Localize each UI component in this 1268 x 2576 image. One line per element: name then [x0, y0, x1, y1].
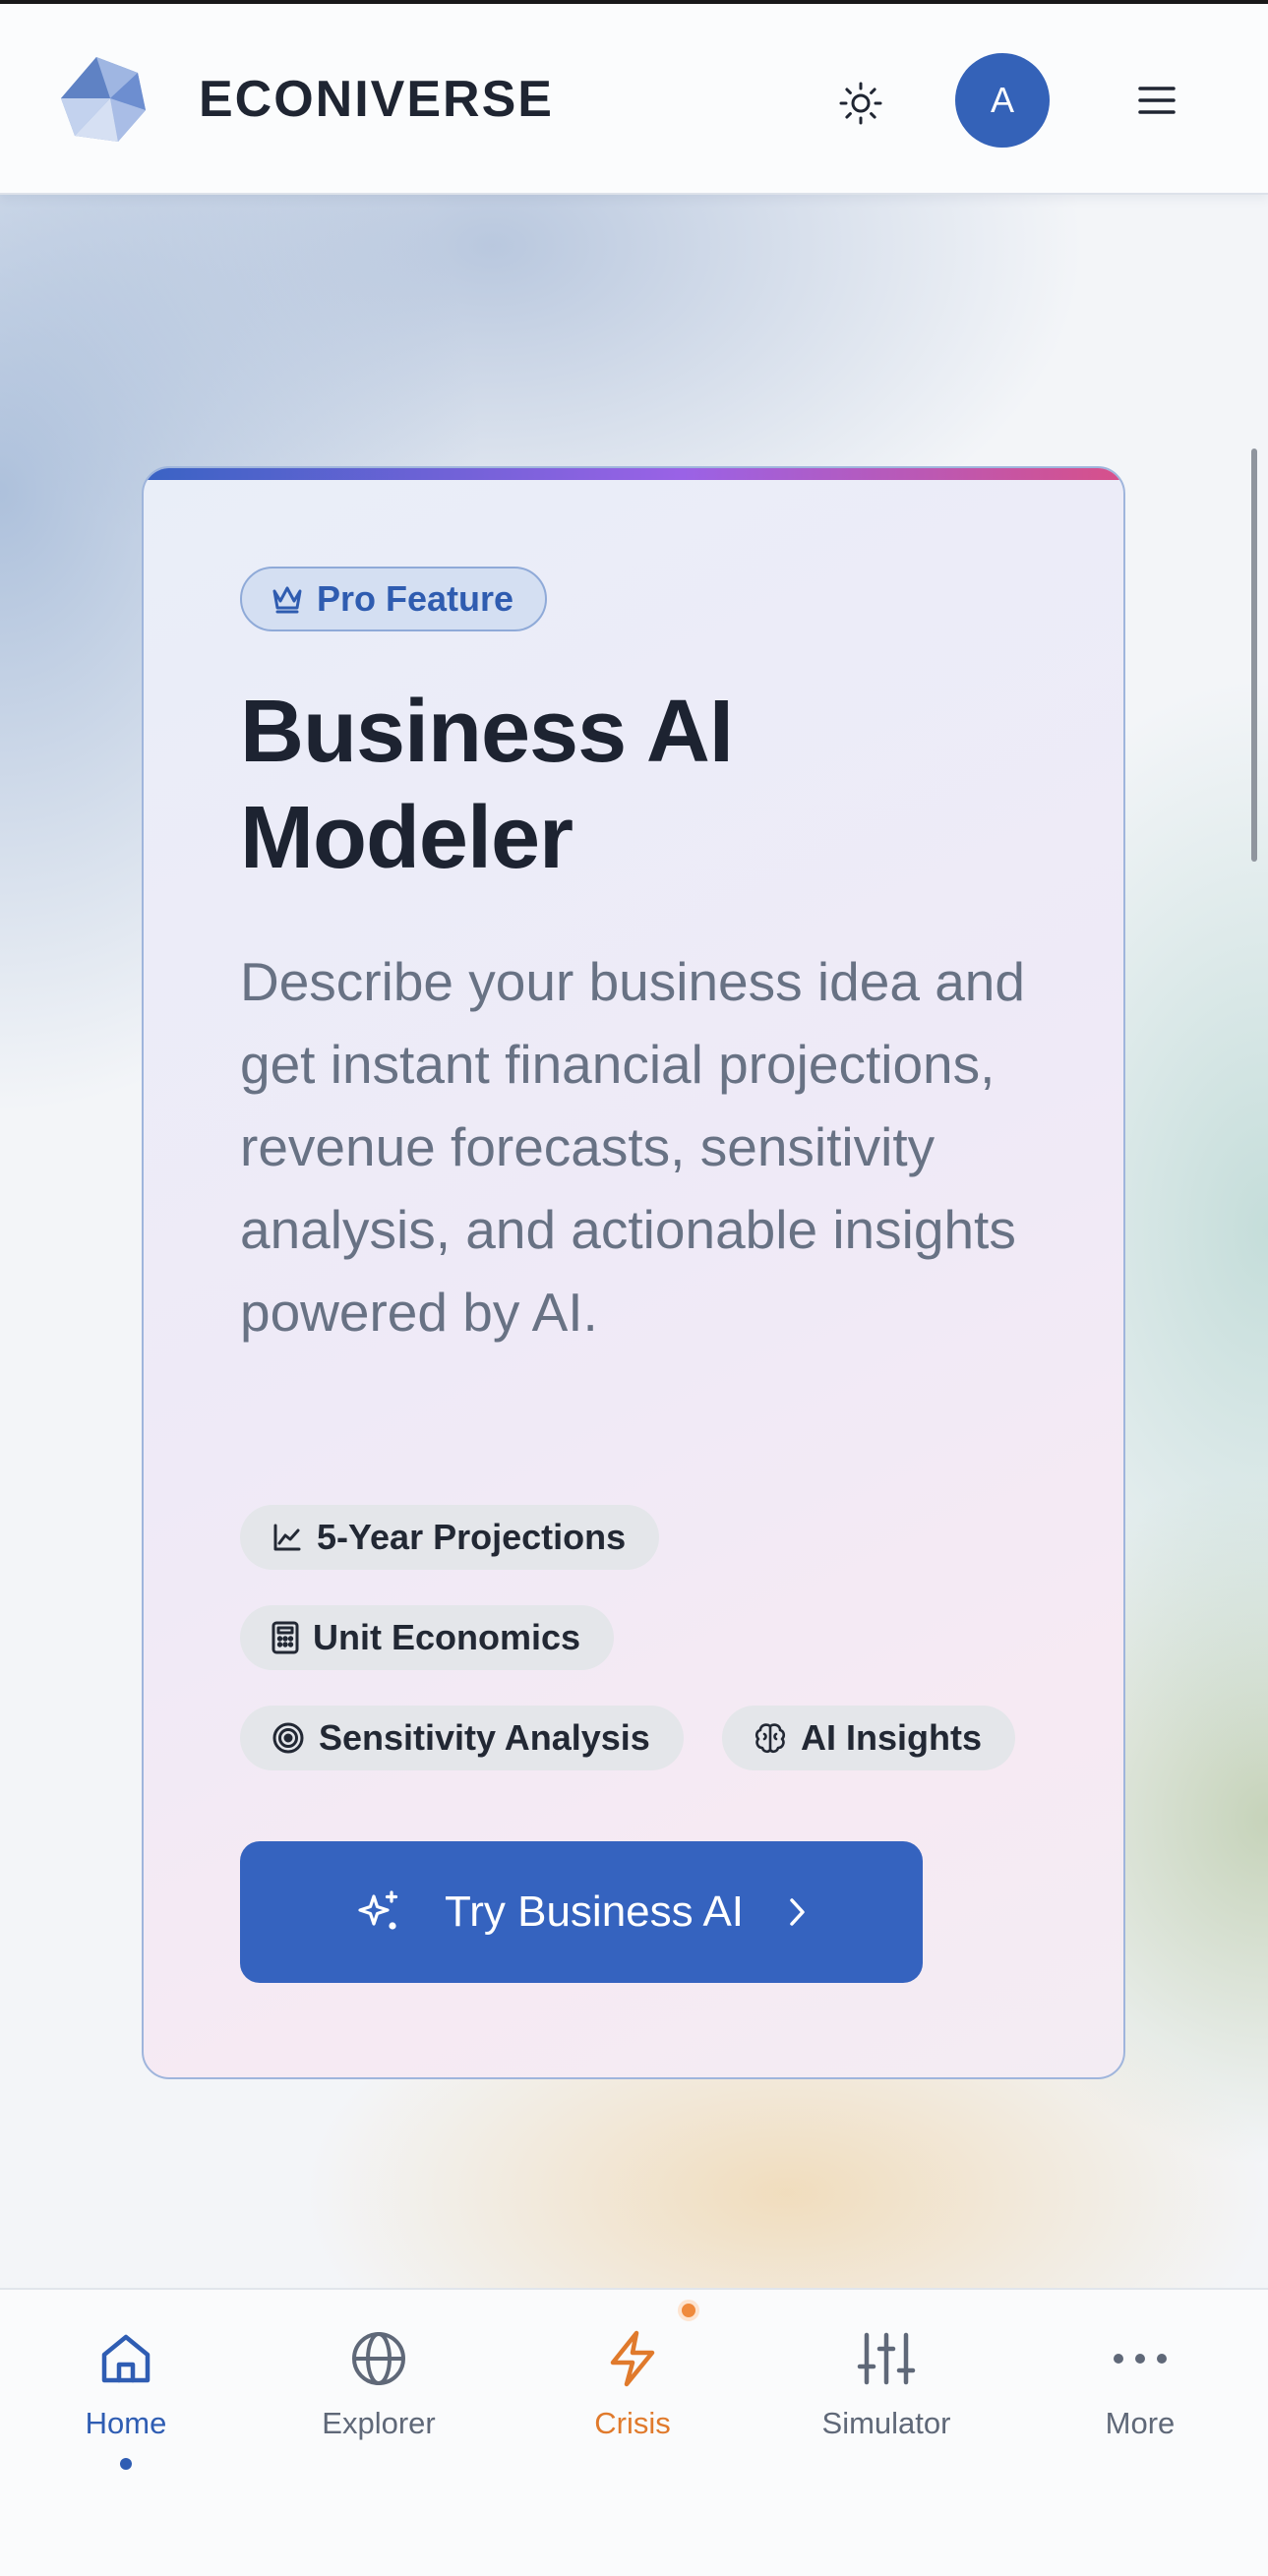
pro-feature-badge: Pro Feature — [240, 567, 548, 631]
cta-label: Try Business AI — [444, 1887, 745, 1936]
more-icon — [1114, 2354, 1167, 2364]
crisis-notification-dot — [678, 2300, 699, 2321]
nav-label: Explorer — [322, 2406, 436, 2440]
feature-label: AI Insights — [801, 1717, 983, 1758]
bottom-navigation: Home Explorer Crisis Simulator More — [0, 2288, 1268, 2576]
home-icon — [101, 2334, 151, 2383]
feature-label: Sensitivity Analysis — [319, 1717, 650, 1758]
nav-item-crisis[interactable]: Crisis — [534, 2290, 731, 2486]
calculator-icon — [272, 1621, 299, 1654]
lightning-icon — [610, 2330, 655, 2387]
sun-icon — [839, 82, 882, 125]
nav-label: More — [1105, 2406, 1176, 2440]
scrollbar-thumb[interactable] — [1251, 449, 1257, 862]
feature-chip-sensitivity: Sensitivity Analysis — [240, 1706, 684, 1770]
sparkles-icon — [358, 1890, 398, 1930]
brain-icon — [755, 1723, 786, 1754]
chevron-right-icon — [790, 1898, 805, 1926]
app-header: ECONIVERSE A — [0, 4, 1268, 195]
nav-label: Simulator — [821, 2406, 951, 2440]
nav-label: Crisis — [594, 2406, 671, 2440]
menu-button[interactable] — [1131, 75, 1182, 126]
feature-chip-unit-economics: Unit Economics — [240, 1605, 615, 1670]
nav-item-simulator[interactable]: Simulator — [788, 2290, 985, 2486]
pro-feature-label: Pro Feature — [317, 578, 514, 619]
logo-icon[interactable] — [57, 53, 150, 146]
nav-item-more[interactable]: More — [1042, 2290, 1238, 2486]
crown-icon — [272, 586, 302, 614]
user-avatar[interactable]: A — [955, 53, 1050, 148]
try-business-ai-button[interactable]: Try Business AI — [240, 1841, 923, 1983]
feature-chip-projections: 5-Year Projections — [240, 1505, 660, 1570]
card-accent-bar — [144, 468, 1123, 480]
business-ai-card: Pro Feature Business AI Modeler Describe… — [142, 466, 1125, 2079]
nav-item-home[interactable]: Home — [28, 2290, 224, 2486]
feature-label: 5-Year Projections — [317, 1517, 627, 1557]
globe-icon — [352, 2332, 405, 2385]
nav-item-explorer[interactable]: Explorer — [280, 2290, 477, 2486]
active-indicator — [120, 2458, 132, 2470]
feature-chip-ai-insights: AI Insights — [722, 1706, 1016, 1770]
theme-toggle-button[interactable] — [828, 71, 893, 136]
sliders-icon — [857, 2332, 916, 2385]
brand-name[interactable]: ECONIVERSE — [199, 65, 554, 134]
card-description: Describe your business idea and get inst… — [240, 951, 1025, 1343]
chart-line-icon — [273, 1524, 301, 1551]
hamburger-icon — [1138, 87, 1176, 114]
target-icon — [272, 1722, 304, 1754]
card-title: Business AI Modeler — [240, 683, 734, 887]
feature-label: Unit Economics — [313, 1617, 581, 1657]
nav-label: Home — [85, 2406, 167, 2440]
